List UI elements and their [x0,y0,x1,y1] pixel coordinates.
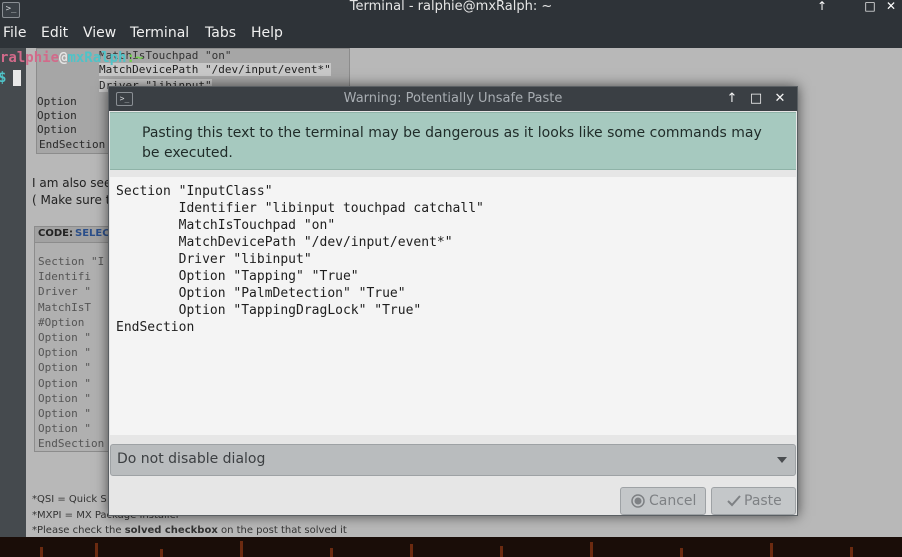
page-text: I am also see [32,176,112,190]
paste-preview[interactable]: Section "InputClass" Identifier "libinpu… [110,177,796,435]
select-value: Do not disable dialog [117,451,266,467]
code-line: Identifi [38,270,91,284]
prompt-user: ralphie [0,50,60,66]
window-titlebar: >_ Terminal - ralphie@mxRalph: ~ ↑ □ ✕ [0,0,902,20]
code-line: Option " [38,346,91,360]
code-line: Option " [38,391,91,405]
terminal-prompt: ralphie@mxRalph:~ [0,50,143,66]
menu-terminal[interactable]: Terminal [130,25,189,41]
code-line: #Option [38,315,85,329]
menu-tabs[interactable]: Tabs [205,25,236,41]
menu-view[interactable]: View [83,25,116,41]
code-line: EndSection [39,138,106,151]
unsafe-paste-dialog: >_ Warning: Potentially Unsafe Paste ↑ □… [108,86,798,516]
cancel-icon [631,494,645,508]
code-line: Option " [38,407,91,421]
code-line: Option [37,123,77,136]
menu-edit[interactable]: Edit [41,25,68,41]
code-line: Option [37,95,77,108]
maximize-button[interactable]: □ [748,91,764,107]
code-line: Option " [38,376,91,390]
page-text: ( Make sure t [32,193,111,207]
background-code-block: CODE: SELEC Section "I Identifi Driver "… [34,226,116,452]
footer-check: *Please check the solved checkbox on the… [32,525,347,536]
code-select-link[interactable]: SELEC [75,228,110,239]
window-title: Terminal - ralphie@mxRalph: ~ [349,0,553,14]
desktop-wallpaper-strip [0,537,902,557]
dialog-titlebar: >_ Warning: Potentially Unsafe Paste ↑ □… [109,87,797,111]
menu-bar: File Edit View Terminal Tabs Help [0,20,902,48]
keep-above-button[interactable]: ↑ [814,0,830,14]
menu-help[interactable]: Help [251,25,283,41]
disable-dialog-select[interactable]: Do not disable dialog [110,444,796,476]
code-line: Option " [38,331,91,345]
maximize-button[interactable]: □ [862,0,878,14]
footer-qsi: *QSI = Quick S [32,494,107,505]
paste-button[interactable]: Paste [711,487,796,515]
paste-text: Section "InputClass" Identifier "libinpu… [116,184,484,335]
warning-banner: Pasting this text to the terminal may be… [110,112,796,170]
code-line: Driver " [38,285,91,299]
prompt-path: :~ [126,50,144,66]
close-button[interactable]: ✕ [772,91,788,107]
close-button[interactable]: ✕ [883,0,899,14]
warning-text: Pasting this text to the terminal may be… [142,125,762,161]
code-line: Option " [38,422,91,436]
chevron-down-icon [777,457,787,463]
code-line: MatchIsT [38,300,91,314]
menu-file[interactable]: File [3,25,26,41]
code-line: EndSection [38,437,105,451]
cancel-button[interactable]: Cancel [620,487,706,515]
code-line: Option " [38,361,91,375]
code-label: CODE: [38,228,73,239]
keep-above-button[interactable]: ↑ [724,91,740,107]
terminal-cursor [13,70,21,86]
prompt-symbol: $ [0,70,7,86]
check-icon [727,495,741,507]
paste-label: Paste [744,493,782,509]
code-line: Option [37,109,77,122]
dialog-title: Warning: Potentially Unsafe Paste [343,91,563,106]
code-lines: Section "I Identifi Driver " MatchIsT #O… [38,254,104,452]
prompt-host: mxRalph [67,50,127,66]
cancel-label: Cancel [649,493,697,509]
code-line: Section "I [38,255,105,268]
